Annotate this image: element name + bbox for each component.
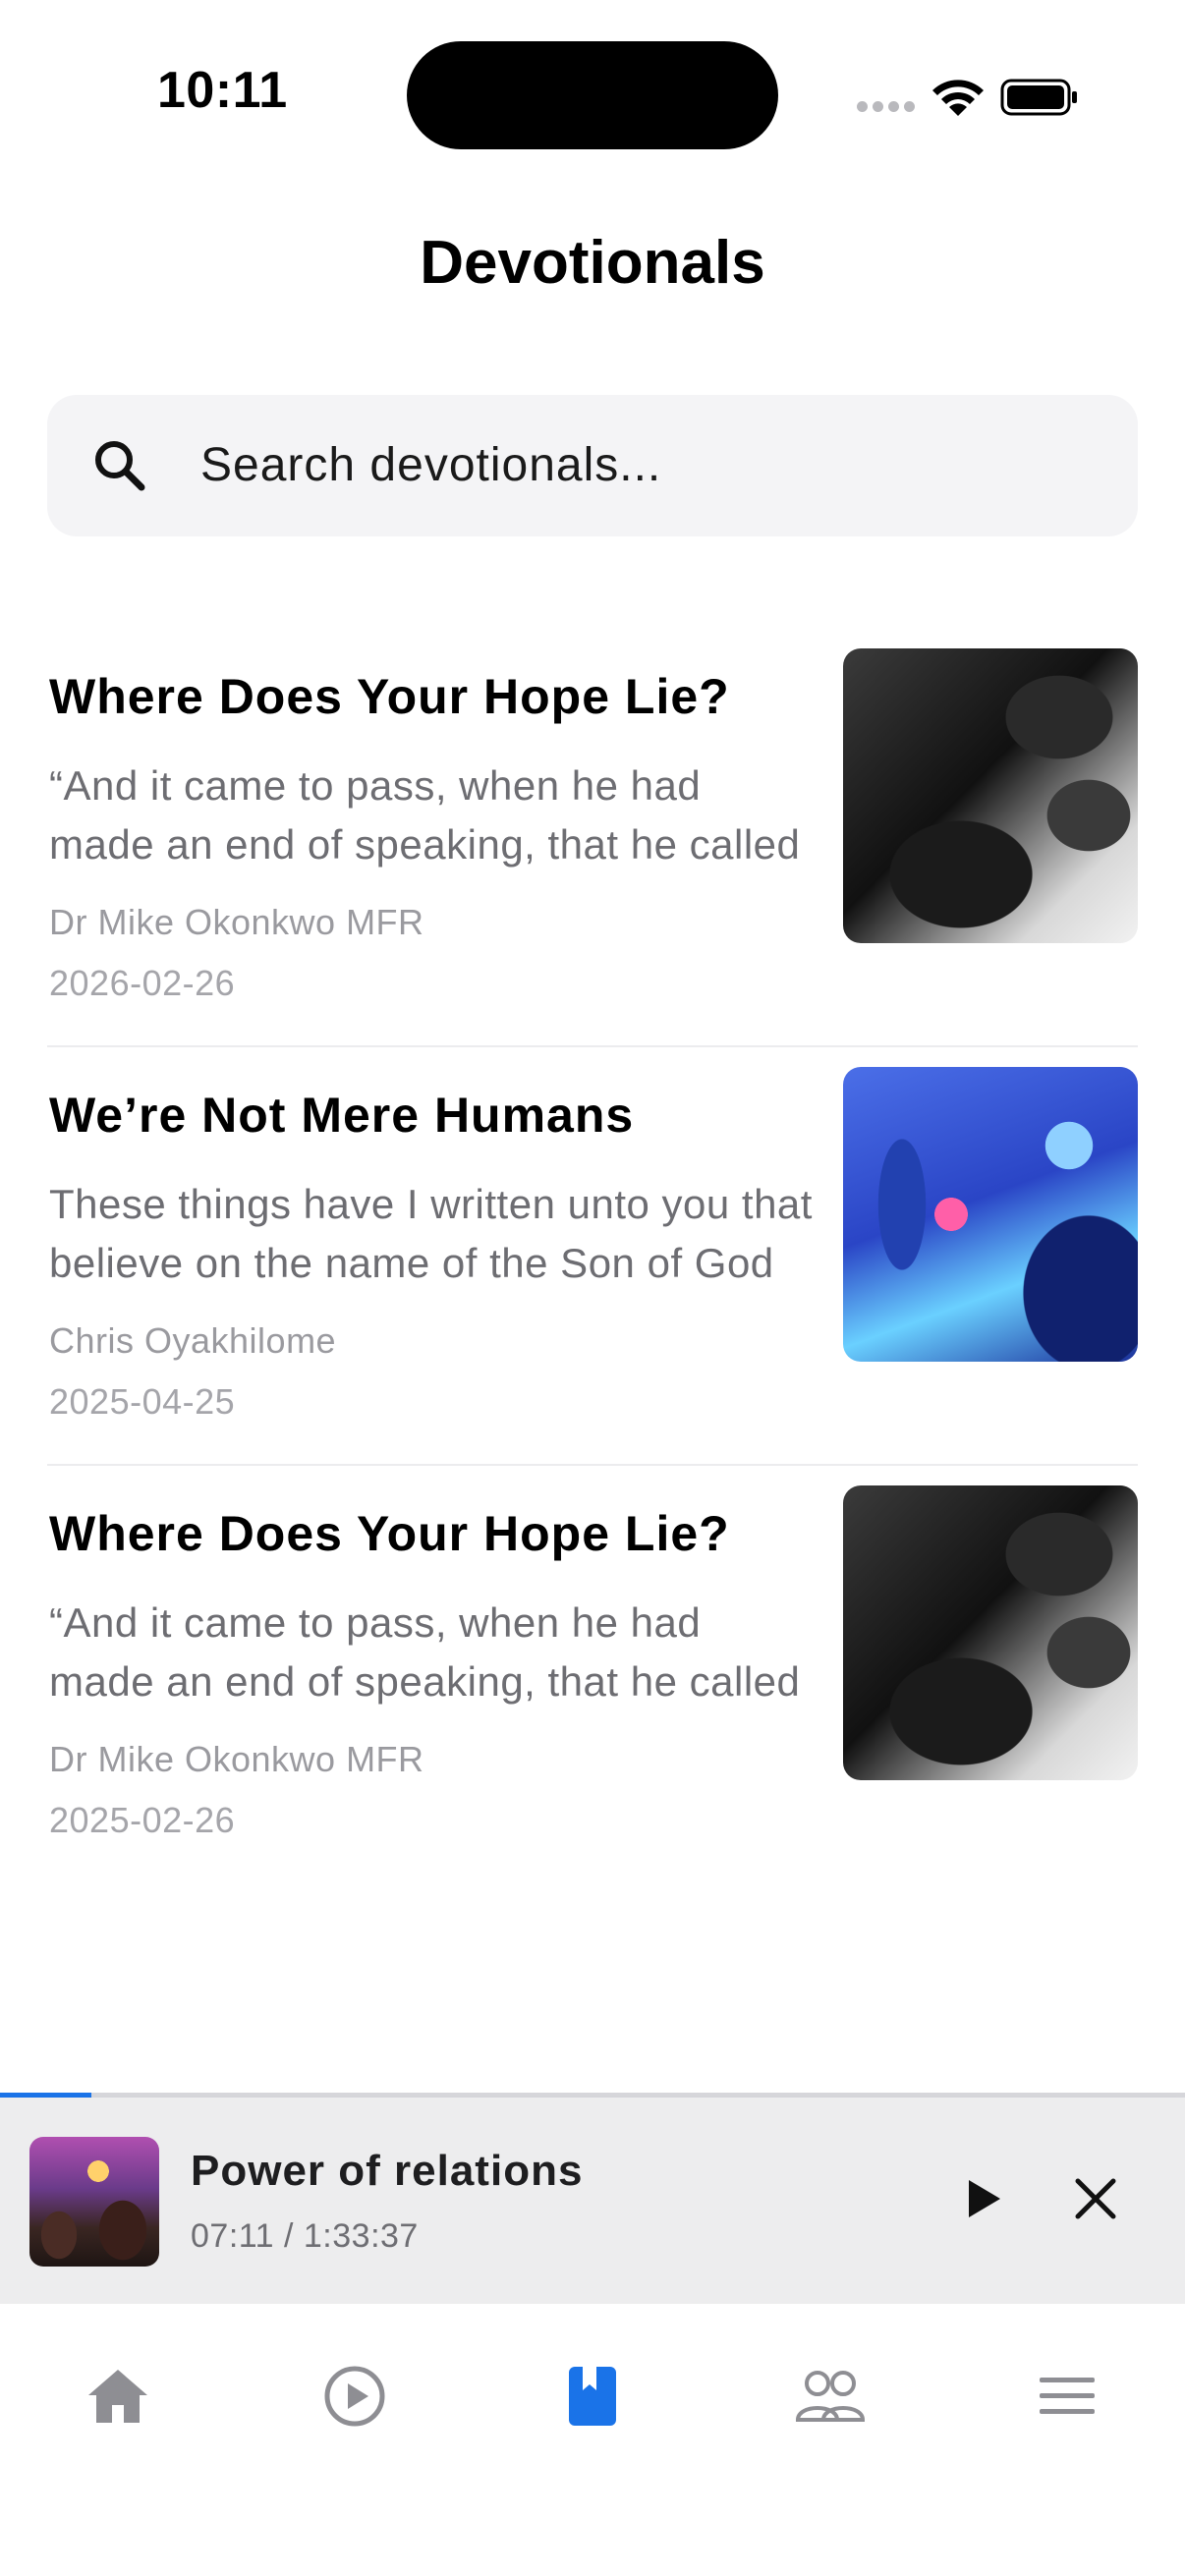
book-icon <box>569 2367 616 2426</box>
player-thumbnail <box>29 2137 159 2267</box>
devotional-author: Chris Oyakhilome <box>49 1320 337 1361</box>
tab-bar <box>0 2304 1185 2576</box>
devotional-item[interactable]: We’re Not Mere Humans These things have … <box>47 1067 1138 1480</box>
close-button[interactable] <box>1061 2164 1130 2233</box>
close-icon <box>1075 2178 1116 2219</box>
menu-icon <box>1040 2378 1095 2414</box>
player-title: Power of relations <box>191 2147 584 2195</box>
tab-media[interactable] <box>306 2347 404 2445</box>
devotional-thumbnail <box>843 648 1138 943</box>
tab-devotionals[interactable] <box>543 2347 642 2445</box>
player-time: 07:11 / 1:33:37 <box>191 2217 419 2255</box>
page-title: Devotionals <box>420 229 765 297</box>
divider <box>47 1464 1138 1466</box>
divider <box>47 1045 1138 1047</box>
devotional-author: Dr Mike Okonkwo MFR <box>49 902 424 942</box>
cellular-signal-icon <box>857 101 915 112</box>
status-time: 10:11 <box>157 62 288 119</box>
battery-icon <box>1000 79 1077 116</box>
devotional-title: Where Does Your Hope Lie? <box>49 669 730 724</box>
devotional-thumbnail <box>843 1067 1138 1362</box>
devotional-item[interactable]: Where Does Your Hope Lie? “And it came t… <box>47 648 1138 1061</box>
devotional-thumbnail <box>843 1485 1138 1780</box>
tab-home[interactable] <box>69 2347 167 2445</box>
devotional-date: 2026-02-26 <box>49 963 236 1003</box>
play-icon <box>969 2180 1000 2217</box>
tab-community[interactable] <box>781 2347 879 2445</box>
devotional-date: 2025-04-25 <box>49 1381 236 1422</box>
devotional-date: 2025-02-26 <box>49 1800 236 1840</box>
search-icon <box>95 441 145 491</box>
status-indicators <box>851 0 1185 157</box>
mini-player[interactable]: Power of relations 07:11 / 1:33:37 <box>0 2098 1185 2304</box>
wifi-icon <box>932 80 984 116</box>
search-bar[interactable] <box>47 395 1138 536</box>
devotional-title: Where Does Your Hope Lie? <box>49 1506 730 1561</box>
people-icon <box>795 2371 866 2422</box>
home-icon <box>88 2370 147 2423</box>
devotional-excerpt: “And it came to pass, when he had made a… <box>49 762 801 868</box>
devotional-item[interactable]: Where Does Your Hope Lie? “And it came t… <box>47 1485 1138 1898</box>
devotional-author: Dr Mike Okonkwo MFR <box>49 1739 424 1779</box>
tab-menu[interactable] <box>1018 2347 1116 2445</box>
play-circle-icon <box>324 2366 385 2427</box>
search-input[interactable] <box>200 430 1085 499</box>
devotional-excerpt: “And it came to pass, when he had made a… <box>49 1599 801 1705</box>
play-button[interactable] <box>949 2164 1018 2233</box>
devotional-excerpt: These things have I written unto you tha… <box>49 1181 813 1286</box>
dynamic-island <box>407 41 778 149</box>
devotional-title: We’re Not Mere Humans <box>49 1088 635 1143</box>
